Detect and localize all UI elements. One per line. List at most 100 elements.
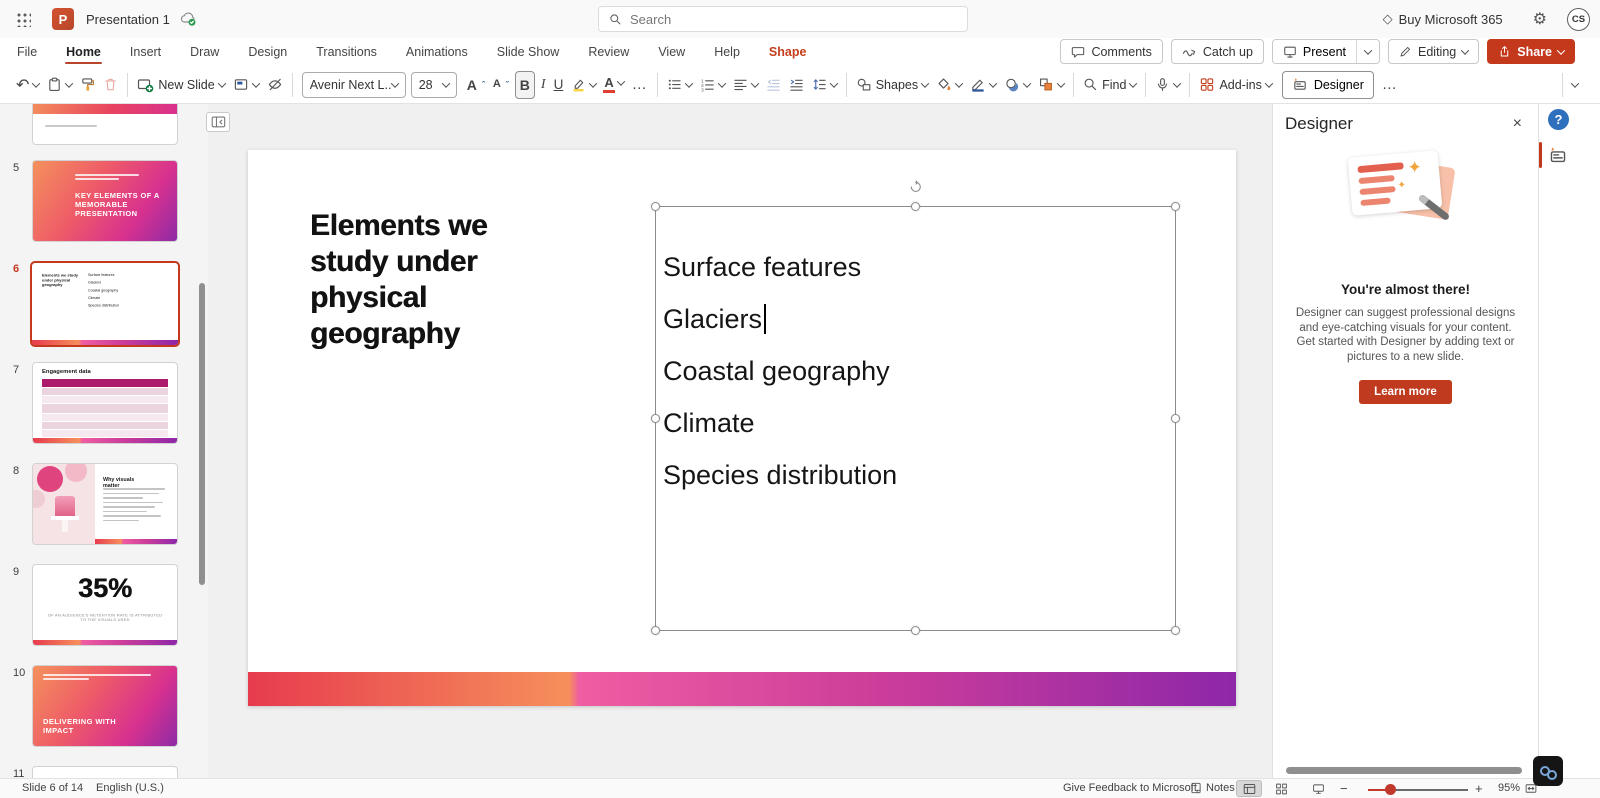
slide-thumbnail-6-selected[interactable]: Elements we study under physical geograp… xyxy=(30,261,180,347)
close-icon[interactable]: × xyxy=(1513,115,1522,133)
learn-more-button[interactable]: Learn more xyxy=(1359,380,1452,404)
list-item[interactable]: Species distribution xyxy=(663,449,897,501)
resize-handle-n[interactable] xyxy=(911,202,920,211)
format-painter-button[interactable] xyxy=(76,71,99,99)
share-button[interactable]: Share xyxy=(1487,39,1575,64)
tab-help[interactable]: Help xyxy=(713,40,741,64)
arrange-button[interactable] xyxy=(1034,71,1068,99)
language-selector[interactable]: English (U.S.) xyxy=(96,782,164,794)
list-item[interactable]: Glaciers xyxy=(663,293,897,345)
account-avatar[interactable]: CS xyxy=(1567,7,1590,31)
new-slide-button[interactable]: New Slide xyxy=(133,71,228,99)
comments-button[interactable]: Comments xyxy=(1060,39,1163,64)
add-ins-button[interactable]: Add-ins xyxy=(1195,71,1275,99)
shapes-button[interactable]: Shapes xyxy=(852,71,932,99)
find-button[interactable]: Find xyxy=(1079,71,1140,99)
document-title[interactable]: Presentation 1 xyxy=(86,12,170,27)
editing-mode-button[interactable]: Editing xyxy=(1388,39,1480,64)
tab-review[interactable]: Review xyxy=(587,40,630,64)
thumbnail-scrollbar[interactable] xyxy=(199,283,205,585)
slide-thumbnail-9[interactable]: 35% OF AN AUDIENCE'S RETENTION RATE IS A… xyxy=(32,564,178,646)
align-button[interactable] xyxy=(729,71,762,99)
tab-view[interactable]: View xyxy=(657,40,686,64)
collapse-ribbon-button[interactable] xyxy=(1568,71,1582,99)
tab-insert[interactable]: Insert xyxy=(129,40,162,64)
tab-slide-show[interactable]: Slide Show xyxy=(496,40,561,64)
tab-animations[interactable]: Animations xyxy=(405,40,469,64)
normal-view-button[interactable] xyxy=(1236,780,1262,797)
numbering-button[interactable]: 123 xyxy=(696,71,729,99)
rotate-handle[interactable] xyxy=(908,179,923,194)
tab-file[interactable]: File xyxy=(16,40,38,64)
decrease-indent-button[interactable] xyxy=(762,71,785,99)
buy-microsoft-365-button[interactable]: ◇ Buy Microsoft 365 xyxy=(1383,11,1503,27)
designer-rail-icon[interactable] xyxy=(1548,144,1570,166)
resize-handle-ne[interactable] xyxy=(1171,202,1180,211)
shape-effects-button[interactable] xyxy=(1000,71,1034,99)
slide-thumbnail-8[interactable]: Why visuals matter xyxy=(32,463,178,545)
paste-button[interactable] xyxy=(43,71,76,99)
shape-outline-button[interactable] xyxy=(966,71,1000,99)
font-color-button[interactable]: A xyxy=(600,71,627,99)
hide-slide-button[interactable] xyxy=(263,71,287,99)
bullets-button[interactable] xyxy=(663,71,696,99)
zoom-slider-handle[interactable] xyxy=(1385,784,1396,795)
collapse-thumbnail-pane-button[interactable] xyxy=(206,112,230,132)
search-input[interactable]: Search xyxy=(598,6,968,32)
text-box-content[interactable]: Surface features Glaciers Coastal geogra… xyxy=(663,241,897,501)
tab-transitions[interactable]: Transitions xyxy=(315,40,378,64)
slide-thumbnail-11[interactable] xyxy=(32,766,178,778)
tab-design[interactable]: Design xyxy=(247,40,288,64)
slide-thumbnail-7[interactable]: Engagement data xyxy=(32,362,178,444)
list-item[interactable]: Surface features xyxy=(663,241,897,293)
powerpoint-icon[interactable]: P xyxy=(52,8,74,30)
more-toolbar-options-button[interactable]: … xyxy=(1378,71,1402,99)
bold-button[interactable]: B xyxy=(514,70,535,99)
slide-thumbnail-4[interactable] xyxy=(32,104,178,145)
slide-thumbnail-10[interactable]: DELIVERING WITH IMPACT xyxy=(32,665,178,747)
notes-button[interactable]: Notes xyxy=(1190,782,1235,794)
settings-gear-icon[interactable]: ⚙ xyxy=(1533,9,1547,29)
slide-thumbnail-5[interactable]: KEY ELEMENTS OF A MEMORABLE PRESENTATION xyxy=(32,160,178,242)
zoom-level[interactable]: 95% xyxy=(1498,782,1520,794)
underline-button[interactable]: U xyxy=(550,71,568,99)
slideshow-view-button[interactable] xyxy=(1305,780,1331,797)
increase-indent-button[interactable] xyxy=(785,71,808,99)
present-dropdown[interactable] xyxy=(1356,40,1380,63)
designer-toolbar-button[interactable]: Designer xyxy=(1281,70,1374,99)
shape-fill-button[interactable] xyxy=(932,71,966,99)
highlight-color-button[interactable] xyxy=(567,71,600,99)
present-button[interactable]: Present xyxy=(1272,40,1357,63)
slide-title-text[interactable]: Elements we study under physical geograp… xyxy=(310,208,488,352)
resize-handle-sw[interactable] xyxy=(651,626,660,635)
feedback-link[interactable]: Give Feedback to Microsoft xyxy=(1063,782,1197,794)
accessibility-widget[interactable] xyxy=(1533,756,1563,786)
line-spacing-button[interactable] xyxy=(808,71,841,99)
slide-layout-button[interactable] xyxy=(229,71,263,99)
app-launcher-icon[interactable] xyxy=(8,6,38,32)
zoom-out-button[interactable]: − xyxy=(1340,781,1348,796)
dictate-button[interactable] xyxy=(1151,71,1184,99)
zoom-in-button[interactable]: + xyxy=(1475,781,1483,796)
resize-handle-s[interactable] xyxy=(911,626,920,635)
selected-text-box[interactable]: Surface features Glaciers Coastal geogra… xyxy=(651,202,1180,635)
designer-pane-horizontal-scrollbar[interactable] xyxy=(1286,767,1522,774)
resize-handle-se[interactable] xyxy=(1171,626,1180,635)
slide-sorter-view-button[interactable] xyxy=(1268,780,1294,797)
italic-button[interactable]: I xyxy=(537,71,550,99)
help-icon[interactable]: ? xyxy=(1548,109,1569,130)
catch-up-button[interactable]: Catch up xyxy=(1170,39,1264,64)
resize-handle-nw[interactable] xyxy=(651,202,660,211)
resize-handle-w[interactable] xyxy=(651,414,660,423)
tab-draw[interactable]: Draw xyxy=(189,40,220,64)
font-name-select[interactable]: Avenir Next L.. xyxy=(301,71,406,98)
list-item[interactable]: Coastal geography xyxy=(663,345,897,397)
shrink-font-button[interactable]: Aˇ xyxy=(489,71,513,99)
list-item[interactable]: Climate xyxy=(663,397,897,449)
resize-handle-e[interactable] xyxy=(1171,414,1180,423)
font-size-select[interactable]: 28 xyxy=(410,71,457,98)
zoom-slider-track[interactable] xyxy=(1368,789,1468,791)
undo-button[interactable]: ↶ xyxy=(12,71,43,99)
tab-shape[interactable]: Shape xyxy=(768,40,808,64)
grow-font-button[interactable]: Aˆ xyxy=(463,71,489,99)
